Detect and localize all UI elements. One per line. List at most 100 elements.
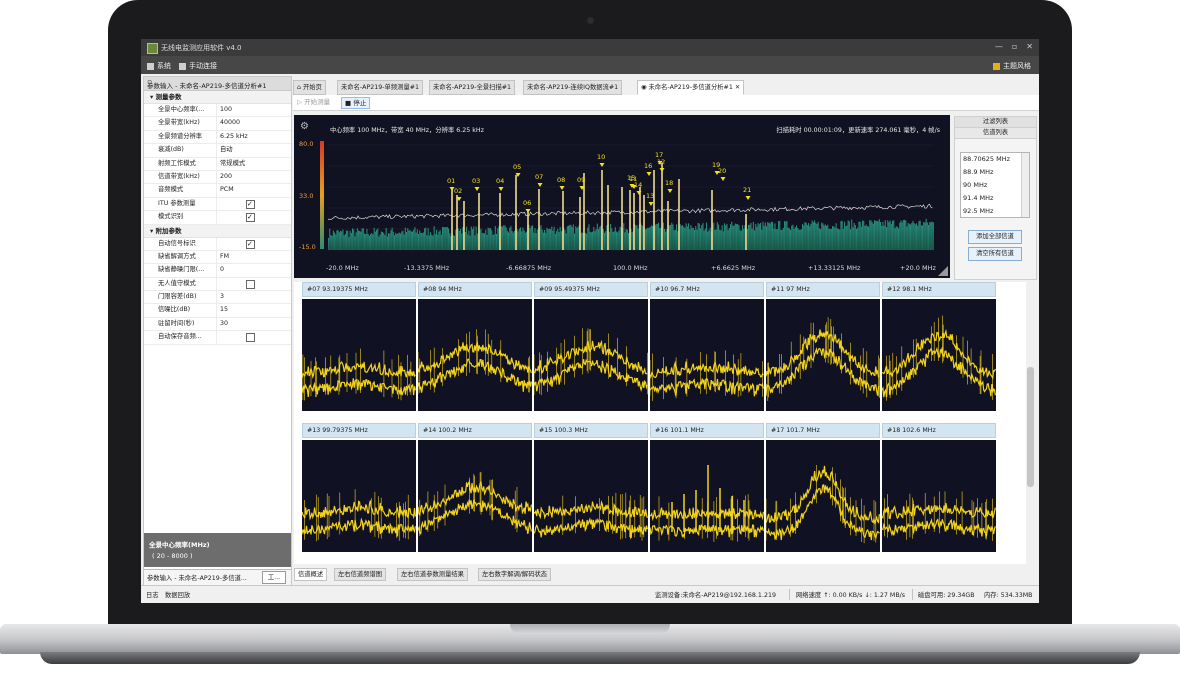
channel-panel[interactable]: #07 93.19375 MHz <box>302 282 416 411</box>
tab-single-freq[interactable]: 未命名-AP219-单频测量#1 <box>337 80 424 95</box>
parameter-row[interactable]: 全景中心频率(... 100 <box>144 104 291 118</box>
parameter-row[interactable]: 衰减(dB) 自动 <box>144 144 291 158</box>
channel-spectrum[interactable] <box>882 299 996 411</box>
spectrum-view[interactable]: ⚙ 中心频率 100 MHz，带宽 40 MHz，分辨率 6.25 kHz 扫描… <box>294 115 950 278</box>
parameter-row[interactable]: 全景带宽(kHz) 40000 <box>144 117 291 131</box>
channel-spectrum[interactable] <box>882 440 996 552</box>
channel-spectrum[interactable] <box>418 440 532 552</box>
channel-spectrum[interactable] <box>534 299 648 411</box>
signal-marker[interactable]: 01 <box>447 177 455 185</box>
parameter-group-header[interactable]: ▾ 测量参数 <box>144 91 291 104</box>
tab-iq-stream[interactable]: 未命名-AP219-连续IQ数据流#1 <box>523 80 623 95</box>
maximize-button[interactable]: ▫ <box>1012 42 1017 51</box>
log-link[interactable]: 日志 <box>146 590 159 599</box>
channel-list-tab[interactable]: 信道列表 <box>955 128 1036 139</box>
theme-button[interactable]: 主题风格 <box>993 61 1031 71</box>
menu-manual-connect[interactable]: 手动连接 <box>179 61 217 71</box>
parameter-row[interactable]: 射频工作模式 常规模式 <box>144 157 291 171</box>
tab-channel-params[interactable]: 左右信道参数测量结果 <box>397 568 468 581</box>
signal-marker[interactable]: 05 <box>513 163 521 171</box>
stop-button[interactable]: ■ 停止 <box>341 97 371 109</box>
channel-panel[interactable]: #13 99.79375 MHz <box>302 423 416 552</box>
channel-spectrum[interactable] <box>650 440 764 552</box>
parameter-row[interactable]: 缺省静噪门限(... 0 <box>144 264 291 278</box>
parameter-row[interactable]: 音频模式 PCM <box>144 184 291 198</box>
channel-spectrum[interactable] <box>302 299 416 411</box>
tab-channel-overview[interactable]: 信道概述 <box>294 568 328 581</box>
parameter-value[interactable]: FM <box>217 251 291 263</box>
list-item[interactable]: 91.4 MHz <box>961 192 1029 205</box>
signal-marker[interactable]: 16 <box>644 162 652 170</box>
channel-panel[interactable]: #15 100.3 MHz <box>534 423 648 552</box>
add-all-channels-button[interactable]: 添加全部信道 <box>968 230 1022 244</box>
spectrum-plot[interactable] <box>294 115 950 278</box>
tab-multichannel[interactable]: ◉ 未命名-AP219-多信道分析#1 ✕ <box>637 80 745 95</box>
parameter-row[interactable]: 缺省解调方式 FM <box>144 250 291 265</box>
channel-spectrum[interactable] <box>418 299 532 411</box>
channel-spectrum[interactable] <box>766 440 880 552</box>
tab-parameter-input[interactable]: 参数输入 - 未命名-AP219-多信道... <box>147 573 247 582</box>
tab-channel-spectrum[interactable]: 左右信道频谱图 <box>334 568 387 581</box>
channel-panel[interactable]: #14 100.2 MHz <box>418 423 532 552</box>
signal-marker[interactable]: 02 <box>454 187 462 195</box>
parameter-value[interactable]: 3 <box>217 291 291 303</box>
signal-marker[interactable]: 07 <box>535 173 543 181</box>
parameter-value[interactable]: 常规模式 <box>217 158 291 170</box>
tab-start-page[interactable]: ⌂ 开始页 <box>293 80 326 95</box>
parameter-row[interactable]: 自动信号标识 <box>144 237 291 251</box>
signal-marker[interactable]: 21 <box>743 186 751 194</box>
signal-marker[interactable]: 10 <box>597 153 605 161</box>
parameter-checkbox[interactable] <box>246 279 255 289</box>
channel-panel[interactable]: #09 95.49375 MHz <box>534 282 648 411</box>
channel-spectrum[interactable] <box>766 299 880 411</box>
parameter-value[interactable]: 0 <box>217 264 291 276</box>
close-button[interactable]: ✕ <box>1026 42 1033 51</box>
parameter-value[interactable]: 100 <box>217 104 291 116</box>
parameter-value[interactable]: 40000 <box>217 117 291 129</box>
parameter-row[interactable]: 信噪比(dB) 15 <box>144 304 291 318</box>
parameter-value[interactable]: 15 <box>217 304 291 316</box>
scroll-thumb[interactable] <box>1027 367 1034 487</box>
list-item[interactable]: 90 MHz <box>961 179 1029 192</box>
parameter-value[interactable]: 6.25 kHz <box>217 131 291 143</box>
settings-gear-icon[interactable]: ⚙ <box>300 121 309 132</box>
signal-marker[interactable]: 17 <box>655 151 663 159</box>
signal-marker[interactable]: 04 <box>496 177 504 185</box>
signal-marker[interactable]: 06 <box>523 199 531 207</box>
filter-list-tab[interactable]: 过滤列表 <box>955 117 1036 128</box>
signal-marker[interactable]: 15 <box>627 174 635 182</box>
close-tab-icon[interactable]: ✕ <box>735 84 740 91</box>
signal-marker[interactable]: 03 <box>472 177 480 185</box>
menu-system[interactable]: 系统 <box>147 61 171 71</box>
playback-link[interactable]: 数据回放 <box>165 590 190 599</box>
tab-demod-status[interactable]: 左右数字解调/解码状态 <box>478 568 552 581</box>
channel-panel[interactable]: #18 102.6 MHz <box>882 423 996 552</box>
list-scrollbar[interactable] <box>1021 153 1029 217</box>
signal-marker[interactable]: 18 <box>665 179 673 187</box>
channel-panel[interactable]: #16 101.1 MHz <box>650 423 764 552</box>
channel-panel[interactable]: #12 98.1 MHz <box>882 282 996 411</box>
channel-list[interactable]: 88.70625 MHz 88.9 MHz 90 MHz 91.4 MHz 92… <box>960 152 1030 218</box>
parameter-row[interactable]: 驻留时间(秒) 30 <box>144 317 291 332</box>
list-item[interactable]: 92.5 MHz <box>961 205 1029 217</box>
parameter-value[interactable]: 200 <box>217 171 291 183</box>
signal-marker[interactable]: 20 <box>718 167 726 175</box>
clear-all-channels-button[interactable]: 清空所有信道 <box>968 247 1022 261</box>
parameter-value[interactable]: PCM <box>217 184 291 196</box>
signal-marker[interactable]: 12 <box>657 158 665 166</box>
signal-marker[interactable]: 09 <box>577 176 585 184</box>
parameter-checkbox[interactable] <box>246 238 255 250</box>
channel-panel[interactable]: #11 97 MHz <box>766 282 880 411</box>
minimize-button[interactable]: — <box>995 42 1003 51</box>
parameter-row[interactable]: 全景频谱分辨率 6.25 kHz <box>144 130 291 145</box>
channel-panel[interactable]: #17 101.7 MHz <box>766 423 880 552</box>
signal-marker[interactable]: 13 <box>646 192 654 200</box>
parameter-row[interactable]: 模式识别 <box>144 211 291 225</box>
channel-spectrum[interactable] <box>534 440 648 552</box>
tab-panorama-scan[interactable]: 未命名-AP219-全景扫描#1 <box>429 80 516 95</box>
list-item[interactable]: 88.9 MHz <box>961 166 1029 179</box>
channel-spectrum[interactable] <box>302 440 416 552</box>
grid-scrollbar[interactable] <box>1026 282 1035 564</box>
parameter-checkbox[interactable] <box>246 333 255 343</box>
signal-marker[interactable]: 08 <box>557 176 565 184</box>
